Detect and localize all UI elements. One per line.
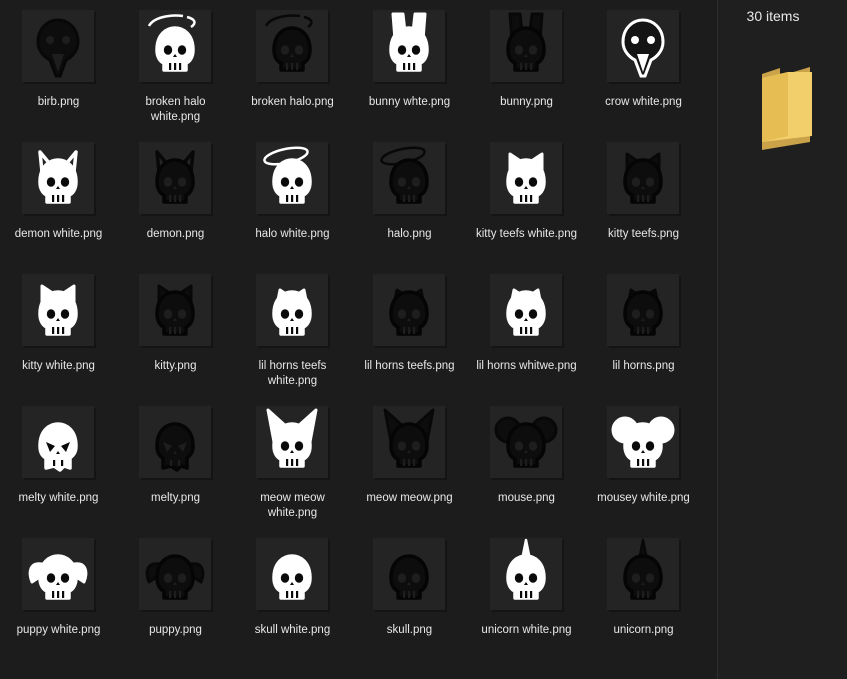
file-name: kitty white.png [22, 360, 95, 372]
file-item[interactable]: melty.png [117, 396, 234, 526]
file-item[interactable]: demon.png [117, 132, 234, 262]
file-name: puppy.png [149, 624, 202, 636]
skull-lil-horns-icon [607, 274, 679, 346]
file-item[interactable]: crow white.png [585, 0, 702, 130]
file-name: lil horns whitwe.png [476, 360, 577, 372]
file-name: unicorn white.png [481, 624, 572, 636]
file-item[interactable]: unicorn white.png [468, 528, 585, 658]
details-pane: 30 items [718, 0, 847, 679]
file-item[interactable]: kitty teefs white.png [468, 132, 585, 262]
file-name: halo white.png [255, 228, 330, 240]
file-name: melty.png [150, 492, 200, 504]
file-name: demon white.png [14, 228, 103, 240]
file-name: bunny.png [500, 96, 553, 108]
skull-melty-icon [22, 406, 94, 478]
folder-icon [762, 67, 812, 150]
file-name: demon.png [146, 228, 205, 240]
file-name: bunny whte.png [368, 96, 451, 108]
skull-bunny-icon [490, 10, 562, 82]
file-name: halo.png [387, 228, 432, 240]
file-item[interactable]: halo.png [351, 132, 468, 262]
skull-skull-icon [373, 538, 445, 610]
file-item[interactable]: halo white.png [234, 132, 351, 262]
file-name: lil horns teefs.png [364, 360, 455, 372]
skull-puppy-icon [22, 538, 94, 610]
skull-meow-icon [256, 406, 328, 478]
skull-meow-icon [373, 406, 445, 478]
file-item[interactable]: puppy.png [117, 528, 234, 658]
item-count: 30 items [746, 8, 800, 24]
skull-halo-icon [373, 142, 445, 214]
skull-birb-icon [607, 10, 679, 82]
file-item[interactable]: mousey white.png [585, 396, 702, 526]
file-item[interactable]: birb.png [0, 0, 117, 130]
file-item[interactable]: lil horns teefs white.png [234, 264, 351, 394]
file-item[interactable]: skull white.png [234, 528, 351, 658]
skull-puppy-icon [139, 538, 211, 610]
file-item[interactable]: melty white.png [0, 396, 117, 526]
file-item[interactable]: broken halo.png [234, 0, 351, 130]
skull-kitty-teefs-icon [607, 142, 679, 214]
file-grid: birb.png broken halo white.png broken ha… [0, 0, 718, 679]
file-item[interactable]: lil horns.png [585, 264, 702, 394]
file-name: meow meow.png [366, 492, 453, 504]
file-name: unicorn.png [613, 624, 674, 636]
skull-skull-icon [256, 538, 328, 610]
skull-lil-horns-icon [373, 274, 445, 346]
file-item[interactable]: puppy white.png [0, 528, 117, 658]
skull-lil-horns-icon [256, 274, 328, 346]
file-item[interactable]: kitty white.png [0, 264, 117, 394]
file-item[interactable]: demon white.png [0, 132, 117, 262]
skull-demon-icon [139, 142, 211, 214]
skull-lil-horns-icon [490, 274, 562, 346]
skull-unicorn-icon [490, 538, 562, 610]
file-name: skull white.png [254, 624, 331, 636]
file-item[interactable]: unicorn.png [585, 528, 702, 658]
file-name: kitty.png [154, 360, 197, 372]
skull-kitty-teefs-icon [490, 142, 562, 214]
file-item[interactable]: lil horns teefs.png [351, 264, 468, 394]
skull-kitty-icon [22, 274, 94, 346]
file-name: kitty teefs.png [608, 228, 679, 240]
file-name: kitty teefs white.png [476, 228, 577, 240]
file-name: birb.png [37, 96, 80, 108]
file-name: melty white.png [18, 492, 99, 504]
file-item[interactable]: meow meow.png [351, 396, 468, 526]
file-item[interactable]: kitty teefs.png [585, 132, 702, 262]
file-item[interactable]: bunny whte.png [351, 0, 468, 130]
file-item[interactable]: mouse.png [468, 396, 585, 526]
skull-bunny-icon [373, 10, 445, 82]
file-item[interactable]: lil horns whitwe.png [468, 264, 585, 394]
skull-mouse-icon [607, 406, 679, 478]
file-item[interactable]: skull.png [351, 528, 468, 658]
skull-demon-icon [22, 142, 94, 214]
file-item[interactable]: broken halo white.png [117, 0, 234, 130]
skull-kitty-icon [139, 274, 211, 346]
file-name: lil horns teefs white.png [258, 360, 327, 387]
file-name: mousey white.png [597, 492, 690, 504]
file-name: mouse.png [498, 492, 555, 504]
file-name: meow meow white.png [260, 492, 325, 519]
file-item[interactable]: bunny.png [468, 0, 585, 130]
skull-halo-icon [256, 142, 328, 214]
file-name: skull.png [386, 624, 433, 636]
file-name: crow white.png [605, 96, 682, 108]
skull-melty-icon [139, 406, 211, 478]
skull-mouse-icon [490, 406, 562, 478]
file-name: puppy white.png [16, 624, 101, 636]
skull-birb-icon [22, 10, 94, 82]
file-name: broken halo.png [251, 96, 334, 108]
file-item[interactable]: meow meow white.png [234, 396, 351, 526]
file-item[interactable]: kitty.png [117, 264, 234, 394]
file-name: lil horns.png [612, 360, 675, 372]
skull-unicorn-icon [607, 538, 679, 610]
skull-broken-halo-icon [139, 10, 211, 82]
skull-broken-halo-icon [256, 10, 328, 82]
file-name: broken halo white.png [145, 96, 206, 123]
